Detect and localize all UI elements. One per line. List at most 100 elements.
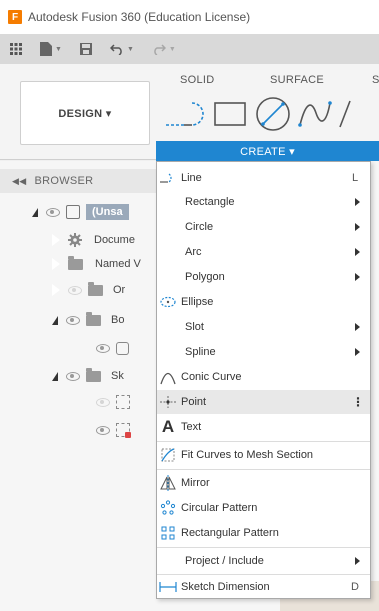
- collapse-triangle-icon[interactable]: [51, 283, 61, 297]
- menu-item-label: Circle: [185, 221, 214, 233]
- menu-item-polygon[interactable]: Polygon: [157, 265, 370, 289]
- menu-item-fit-curves[interactable]: Fit Curves to Mesh Section: [157, 443, 370, 467]
- collapse-triangle-icon[interactable]: [51, 233, 61, 247]
- tree-row-bodies[interactable]: Bo: [52, 309, 124, 331]
- menu-item-conic-curve[interactable]: Conic Curve: [157, 365, 370, 389]
- submenu-arrow-icon: [355, 273, 360, 281]
- menu-item-label: Point: [181, 396, 207, 408]
- tree-row-document-settings[interactable]: Docume: [51, 229, 135, 251]
- visibility-eye-icon[interactable]: [66, 371, 80, 381]
- submenu-arrow-icon: [355, 557, 360, 565]
- expand-triangle-icon[interactable]: [52, 371, 58, 381]
- circular-pattern-icon: [160, 500, 176, 515]
- browser-header[interactable]: ◀◀ BROWSER: [0, 169, 160, 193]
- tree-row-label: Docume: [94, 234, 135, 246]
- circle-tool-icon[interactable]: [254, 95, 292, 133]
- menu-item-ellipse[interactable]: Ellipse: [157, 290, 370, 314]
- tree-row-label: Sk: [111, 370, 124, 382]
- text-icon: A: [161, 417, 175, 436]
- menu-item-mirror[interactable]: Mirror: [157, 471, 370, 495]
- chevron-down-icon: ▼: [168, 45, 176, 53]
- visibility-eye-hidden-icon[interactable]: [96, 397, 110, 407]
- menu-item-label: Rectangular Pattern: [181, 527, 279, 539]
- menu-item-label: Slot: [185, 321, 204, 333]
- tree-row-body[interactable]: [96, 337, 129, 359]
- window-title: Autodesk Fusion 360 (Education License): [28, 10, 251, 24]
- redo-button[interactable]: ▼: [152, 43, 176, 55]
- menu-item-text[interactable]: A Text: [157, 415, 370, 439]
- root-component-label: (Unsa: [86, 204, 129, 220]
- visibility-eye-icon[interactable]: [66, 315, 80, 325]
- title-bar: F Autodesk Fusion 360 (Education License…: [0, 0, 379, 34]
- visibility-eye-icon[interactable]: [96, 343, 110, 353]
- line-tool-icon[interactable]: [162, 99, 206, 129]
- menu-separator: [157, 469, 370, 470]
- data-panel-button[interactable]: [10, 43, 22, 55]
- menu-item-spline[interactable]: Spline: [157, 340, 370, 364]
- undo-icon: [109, 44, 122, 55]
- tab-solid[interactable]: SOLID: [180, 74, 215, 86]
- conic-curve-icon: [160, 372, 176, 385]
- menu-item-slot[interactable]: Slot: [157, 315, 370, 339]
- menu-item-circle[interactable]: Circle: [157, 215, 370, 239]
- tree-row-label: Bo: [111, 314, 125, 326]
- ellipse-icon: [160, 296, 176, 308]
- tree-row-root[interactable]: (Unsa: [32, 201, 129, 223]
- spline-tool-icon[interactable]: [298, 99, 332, 129]
- submenu-arrow-icon: [355, 198, 360, 206]
- folder-icon: [88, 281, 103, 296]
- menu-item-point[interactable]: Point ⋮: [157, 390, 370, 414]
- file-icon: [40, 42, 52, 56]
- file-menu-button[interactable]: ▼: [40, 42, 62, 56]
- save-icon: [79, 43, 92, 55]
- quick-access-toolbar: ▼ ▼ ▼: [0, 34, 379, 64]
- shortcut-label: D: [351, 581, 359, 593]
- tab-sheet-metal[interactable]: S: [372, 74, 379, 86]
- tree-row-sketch-1[interactable]: [96, 391, 136, 413]
- tree-row-sketches[interactable]: Sk: [52, 365, 124, 387]
- fit-curves-icon: [161, 448, 175, 462]
- folder-icon: [86, 367, 101, 382]
- menu-item-sketch-dimension[interactable]: Sketch Dimension D: [157, 575, 370, 599]
- menu-item-label: Arc: [185, 246, 202, 258]
- expand-triangle-icon[interactable]: [52, 315, 58, 325]
- workspace-switcher-button[interactable]: DESIGN ▾: [20, 81, 150, 145]
- menu-item-circular-pattern[interactable]: Circular Pattern: [157, 496, 370, 520]
- menu-item-project-include[interactable]: Project / Include: [157, 549, 370, 573]
- more-options-icon[interactable]: ⋮: [350, 395, 366, 409]
- tree-row-named-views[interactable]: Named V: [51, 253, 141, 275]
- grid-icon: [10, 43, 22, 55]
- tree-row-label: Or: [113, 284, 126, 296]
- menu-item-label: Ellipse: [181, 296, 214, 308]
- polygon-tool-icon[interactable]: [338, 99, 352, 129]
- menu-item-label: Conic Curve: [181, 371, 242, 383]
- tab-surface[interactable]: SURFACE: [270, 74, 324, 86]
- create-menu-button[interactable]: CREATE ▾: [156, 141, 379, 161]
- rectangle-tool-icon[interactable]: [212, 99, 248, 129]
- tree-row-origin[interactable]: Or: [51, 279, 126, 301]
- undo-button[interactable]: ▼: [109, 43, 134, 55]
- visibility-eye-hidden-icon[interactable]: [68, 285, 82, 295]
- line-icon: [160, 173, 172, 183]
- menu-item-label: Spline: [185, 346, 216, 358]
- chevron-down-icon: ▼: [55, 45, 62, 53]
- save-button[interactable]: [79, 43, 92, 55]
- visibility-eye-icon[interactable]: [96, 425, 110, 435]
- rectangular-pattern-icon: [161, 526, 175, 540]
- menu-item-line[interactable]: Line L: [157, 166, 370, 190]
- tree-row-sketch-2[interactable]: [96, 419, 136, 441]
- expand-triangle-icon[interactable]: [32, 207, 38, 217]
- collapse-panel-icon[interactable]: ◀◀: [12, 176, 26, 187]
- submenu-arrow-icon: [355, 248, 360, 256]
- tree-row-label: Named V: [95, 258, 141, 270]
- menu-item-rectangle[interactable]: Rectangle: [157, 190, 370, 214]
- component-icon: [66, 205, 80, 219]
- visibility-eye-icon[interactable]: [46, 207, 60, 217]
- collapse-triangle-icon[interactable]: [51, 257, 61, 271]
- menu-item-arc[interactable]: Arc: [157, 240, 370, 264]
- menu-item-rectangular-pattern[interactable]: Rectangular Pattern: [157, 521, 370, 545]
- submenu-arrow-icon: [355, 223, 360, 231]
- menu-item-label: Mirror: [181, 477, 210, 489]
- menu-item-label: Text: [181, 421, 202, 433]
- redo-icon: [154, 44, 166, 55]
